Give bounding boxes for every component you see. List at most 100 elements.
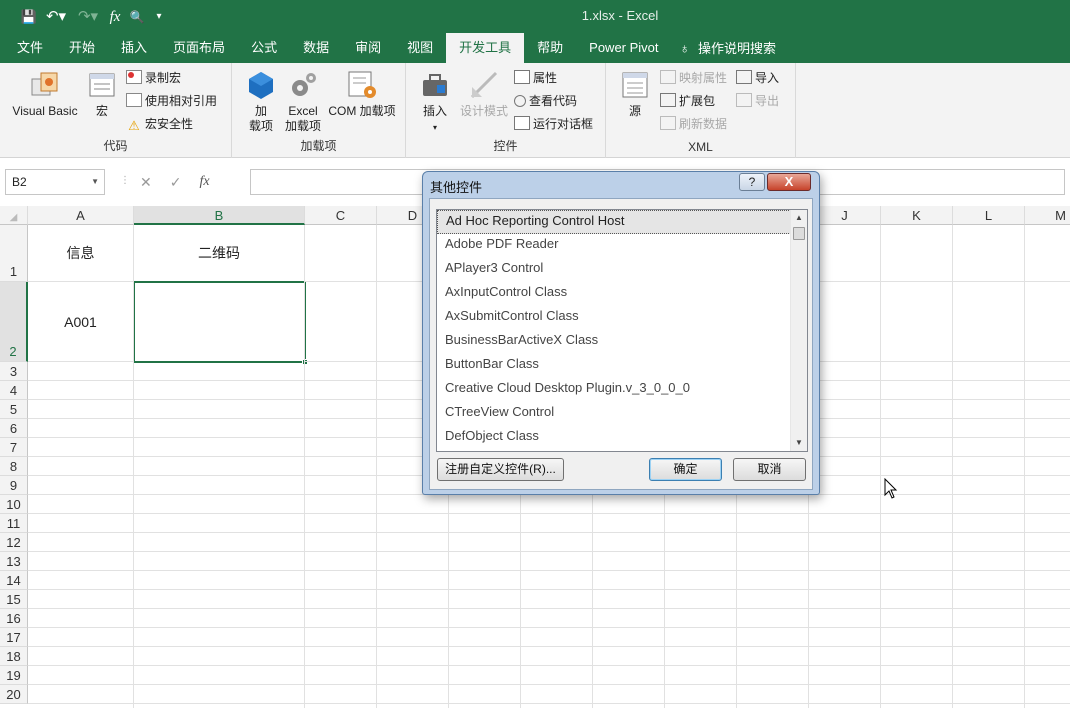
controls-listbox[interactable]: Ad Hoc Reporting Control Host Adobe PDF … — [436, 209, 808, 452]
row-header-18[interactable]: 18 — [0, 647, 28, 666]
xml-export-button[interactable]: 导出 — [736, 91, 779, 111]
fill-handle[interactable] — [302, 359, 308, 365]
tab-page-layout[interactable]: 页面布局 — [160, 33, 238, 63]
map-properties-button[interactable]: 映射属性 — [660, 68, 727, 88]
column-header-m[interactable]: M — [1025, 206, 1070, 225]
view-code-button[interactable]: 查看代码 — [514, 91, 577, 111]
name-box[interactable]: B2 ▼ — [5, 169, 105, 195]
row-header-10[interactable]: 10 — [0, 495, 28, 514]
list-item[interactable]: Adobe PDF Reader — [437, 234, 807, 258]
tab-formulas[interactable]: 公式 — [238, 33, 290, 63]
insert-control-label: 插入 — [422, 104, 447, 118]
xml-import-button[interactable]: 导入 — [736, 68, 779, 88]
tab-data[interactable]: 数据 — [290, 33, 342, 63]
ok-button[interactable]: 确定 — [649, 458, 722, 481]
row-header-4[interactable]: 4 — [0, 381, 28, 400]
insert-function-icon[interactable]: fx — [199, 174, 209, 190]
cancel-entry-icon[interactable]: ✕ — [140, 174, 152, 191]
cancel-button[interactable]: 取消 — [733, 458, 806, 481]
enter-entry-icon[interactable]: ✓ — [170, 174, 182, 191]
map-properties-label: 映射属性 — [679, 71, 728, 85]
design-mode-label: 设计模式 — [459, 104, 508, 118]
tab-review[interactable]: 审阅 — [342, 33, 394, 63]
excel-addins-button[interactable]: Excel 加载项 — [282, 69, 324, 134]
list-item[interactable]: Ad Hoc Reporting Control Host — [437, 210, 807, 234]
selection-border — [133, 281, 306, 363]
cell-a1[interactable]: 信息 — [28, 225, 134, 282]
row-header-1[interactable]: 1 — [0, 225, 28, 282]
properties-button[interactable]: 属性 — [514, 68, 557, 88]
insert-control-button[interactable]: 插入 ▾ — [418, 69, 452, 135]
xml-source-button[interactable]: 源 — [618, 69, 652, 119]
scroll-down-icon[interactable]: ▼ — [791, 435, 807, 451]
list-item[interactable]: BusinessBarActiveX Class — [437, 330, 807, 354]
close-button[interactable]: X — [767, 173, 811, 191]
row-header-9[interactable]: 9 — [0, 476, 28, 495]
row-header-5[interactable]: 5 — [0, 400, 28, 419]
row-header-8[interactable]: 8 — [0, 457, 28, 476]
row-header-3[interactable]: 3 — [0, 362, 28, 381]
tab-view[interactable]: 视图 — [394, 33, 446, 63]
record-macro-button[interactable]: 录制宏 — [126, 68, 181, 88]
column-header-k[interactable]: K — [881, 206, 953, 225]
design-mode-button[interactable]: 设计模式 — [458, 69, 510, 119]
register-custom-button[interactable]: 注册自定义控件(R)... — [437, 458, 564, 481]
row-header-12[interactable]: 12 — [0, 533, 28, 552]
help-button[interactable]: ? — [739, 173, 765, 191]
row-header-17[interactable]: 17 — [0, 628, 28, 647]
mouse-pointer-icon — [884, 478, 898, 499]
tab-home[interactable]: 开始 — [56, 33, 108, 63]
row-header-16[interactable]: 16 — [0, 609, 28, 628]
list-item[interactable]: ButtonBar Class — [437, 354, 807, 378]
cell-a2[interactable]: A001 — [28, 282, 134, 362]
column-header-l[interactable]: L — [953, 206, 1025, 225]
list-item[interactable]: CTreeView Control — [437, 402, 807, 426]
tab-developer[interactable]: 开发工具 — [446, 33, 525, 63]
row-header-11[interactable]: 11 — [0, 514, 28, 533]
expansion-packs-button[interactable]: 扩展包 — [660, 91, 715, 111]
vertical-scrollbar[interactable]: ▲ ▼ — [790, 210, 807, 451]
tab-insert[interactable]: 插入 — [108, 33, 160, 63]
use-relative-references-button[interactable]: 使用相对引用 — [126, 91, 217, 111]
row-header-6[interactable]: 6 — [0, 419, 28, 438]
tell-me-search[interactable]: ♁ 操作说明搜索 — [672, 33, 790, 63]
addins-label-1: 加 — [254, 104, 267, 118]
ribbon: Visual Basic 宏 录制宏 使用相对引用 ⚠ 宏安全性 代码 加载项 E… — [0, 63, 1070, 158]
column-header-c[interactable]: C — [305, 206, 377, 225]
cell-b1[interactable]: 二维码 — [134, 225, 305, 282]
list-item[interactable]: AxSubmitControl Class — [437, 306, 807, 330]
visual-basic-button[interactable]: Visual Basic — [8, 69, 82, 119]
row-header-13[interactable]: 13 — [0, 552, 28, 571]
expansion-packs-icon — [660, 93, 676, 107]
select-all-corner[interactable]: ◢ — [0, 206, 28, 225]
list-item[interactable]: APlayer3 Control — [437, 258, 807, 282]
tab-file[interactable]: 文件 — [0, 33, 56, 63]
resize-handle-icon[interactable]: ⋮ — [120, 175, 130, 186]
row-gridline — [28, 703, 1070, 704]
macro-security-button[interactable]: ⚠ 宏安全性 — [126, 114, 193, 134]
run-dialog-button[interactable]: 运行对话框 — [514, 114, 593, 134]
column-header-a[interactable]: A — [28, 206, 134, 225]
tab-help[interactable]: 帮助 — [524, 33, 576, 63]
list-item[interactable]: Creative Cloud Desktop Plugin.v_3_0_0_0 — [437, 378, 807, 402]
visual-basic-label: Visual Basic — [12, 104, 78, 118]
tab-power-pivot[interactable]: Power Pivot — [576, 33, 671, 63]
com-addins-button[interactable]: COM 加载项 — [326, 69, 398, 119]
com-addins-icon — [348, 71, 376, 98]
list-item[interactable]: AxInputControl Class — [437, 282, 807, 306]
row-header-7[interactable]: 7 — [0, 438, 28, 457]
row-header-14[interactable]: 14 — [0, 571, 28, 590]
row-header-2[interactable]: 2 — [0, 282, 28, 362]
list-item[interactable]: DefObject Class — [437, 426, 807, 450]
export-label: 导出 — [755, 94, 780, 108]
chevron-down-icon[interactable]: ▼ — [91, 170, 99, 194]
scroll-up-icon[interactable]: ▲ — [791, 210, 807, 226]
column-header-b[interactable]: B — [134, 206, 305, 225]
addins-button[interactable]: 加载项 — [244, 69, 278, 134]
row-header-19[interactable]: 19 — [0, 666, 28, 685]
row-header-20[interactable]: 20 — [0, 685, 28, 704]
scroll-thumb[interactable] — [793, 227, 805, 240]
refresh-data-button[interactable]: 刷新数据 — [660, 114, 727, 134]
row-header-15[interactable]: 15 — [0, 590, 28, 609]
macros-button[interactable]: 宏 — [86, 69, 118, 119]
